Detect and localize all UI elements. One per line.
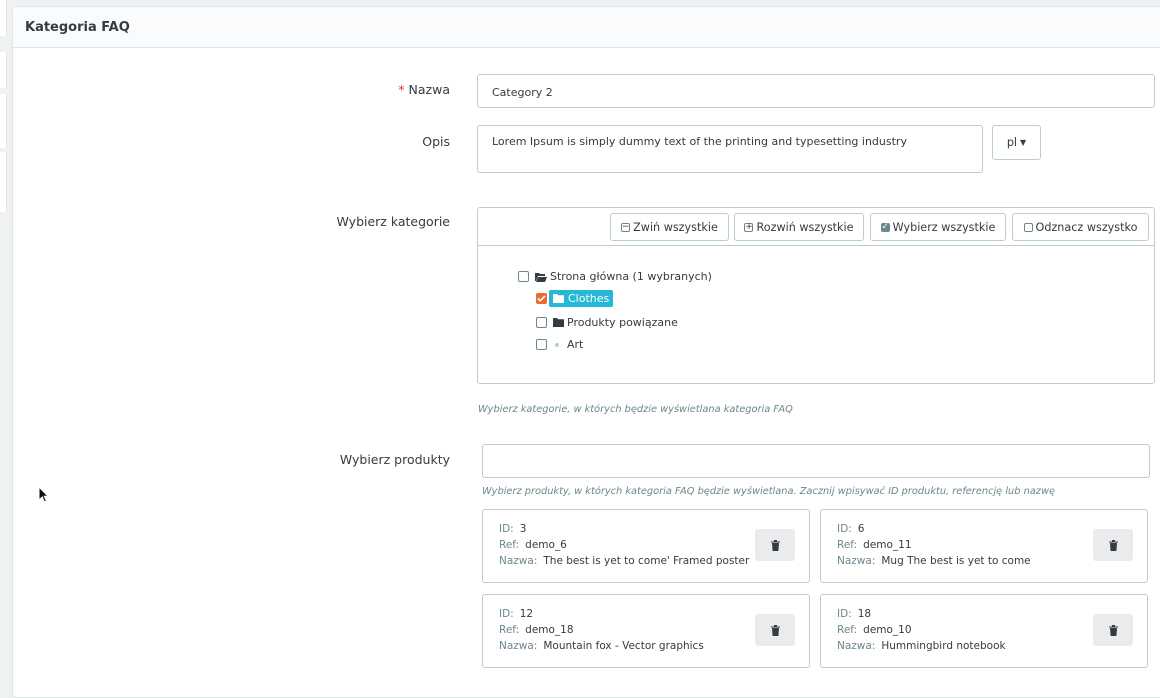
trash-icon bbox=[1108, 539, 1118, 551]
trash-icon bbox=[770, 624, 780, 636]
unselect-all-label: Odznacz wszystko bbox=[1035, 220, 1138, 234]
square-icon bbox=[1023, 222, 1033, 232]
tree-node-highlight: Clothes bbox=[549, 290, 614, 307]
unselect-all-button[interactable]: Odznacz wszystko bbox=[1012, 213, 1149, 241]
product-card: ID: 6 Ref: demo_11 Nazwa: Mug The best is y… bbox=[820, 509, 1148, 583]
name-key: Nazwa: bbox=[837, 555, 876, 567]
product-card: ID: 3 Ref: demo_6 Nazwa: The best is yet to… bbox=[482, 509, 810, 583]
product-name: Mountain fox - Vector graphics bbox=[543, 640, 704, 652]
id-key: ID: bbox=[499, 608, 514, 620]
product-name: Hummingbird notebook bbox=[881, 640, 1006, 652]
bullet-icon bbox=[555, 342, 559, 347]
description-input[interactable]: Lorem Ipsum is simply dummy text of the … bbox=[477, 125, 983, 173]
id-key: ID: bbox=[837, 608, 852, 620]
categories-label: Wybierz kategorie bbox=[336, 214, 450, 229]
trash-icon bbox=[770, 539, 780, 551]
ref-key: Ref: bbox=[499, 539, 520, 551]
name-label: * Nazwa bbox=[0, 82, 450, 97]
expand-all-button[interactable]: + Rozwiń wszystkie bbox=[734, 213, 864, 241]
sidebar-edge-tab bbox=[0, 152, 7, 212]
tree-toolbar-divider bbox=[478, 245, 1154, 246]
tree-node-label: Strona główna (1 wybranych) bbox=[550, 270, 712, 283]
name-input-value: Category 2 bbox=[492, 86, 553, 99]
tree-node-checkbox-checked[interactable] bbox=[536, 293, 547, 304]
name-key: Nazwa: bbox=[499, 640, 538, 652]
language-code: pl bbox=[1006, 136, 1018, 149]
tree-node-checkbox[interactable] bbox=[518, 271, 529, 282]
plus-square-icon: + bbox=[744, 221, 754, 232]
select-all-button[interactable]: ✓ Wybierz wszystkie bbox=[870, 213, 1006, 241]
product-ref: demo_6 bbox=[525, 539, 567, 551]
tree-node-art[interactable]: Art bbox=[536, 338, 583, 351]
tree-node-home[interactable]: Strona główna (1 wybranych) bbox=[518, 270, 712, 283]
panel-title: Kategoria FAQ bbox=[25, 20, 130, 35]
caret-down-icon: ▼ bbox=[1020, 138, 1027, 147]
ref-key: Ref: bbox=[837, 624, 858, 636]
product-ref: demo_10 bbox=[863, 624, 912, 636]
name-key: Nazwa: bbox=[837, 640, 876, 652]
delete-product-button[interactable] bbox=[755, 529, 795, 561]
minus-square-icon: − bbox=[621, 221, 631, 232]
sidebar-edge-tab bbox=[0, 0, 7, 36]
product-ref: demo_11 bbox=[863, 539, 912, 551]
product-card: ID: 12 Ref: demo_18 Nazwa: Mountain fox - V… bbox=[482, 594, 810, 668]
tree-node-label: Produkty powiązane bbox=[567, 316, 678, 329]
tree-node-checkbox[interactable] bbox=[536, 317, 547, 328]
delete-product-button[interactable] bbox=[1093, 529, 1133, 561]
product-card: ID: 18 Ref: demo_10 Nazwa: Hummingbird note… bbox=[820, 594, 1148, 668]
checkmark-icon bbox=[537, 295, 546, 302]
folder-open-icon bbox=[535, 272, 547, 282]
description-input-value: Lorem Ipsum is simply dummy text of the … bbox=[492, 135, 907, 148]
required-mark: * bbox=[398, 82, 405, 97]
ref-key: Ref: bbox=[837, 539, 858, 551]
categories-help-text: Wybierz kategorie, w których będzie wyśw… bbox=[478, 404, 793, 415]
tree-node-label: Art bbox=[567, 338, 584, 351]
description-label: Opis bbox=[422, 134, 450, 149]
check-square-icon: ✓ bbox=[880, 221, 890, 232]
delete-product-button[interactable] bbox=[755, 614, 795, 646]
folder-icon bbox=[553, 294, 564, 303]
select-all-label: Wybierz wszystkie bbox=[892, 220, 996, 234]
id-key: ID: bbox=[837, 523, 852, 535]
product-name: The best is yet to come' Framed poster bbox=[543, 555, 750, 567]
delete-product-button[interactable] bbox=[1093, 614, 1133, 646]
id-key: ID: bbox=[499, 523, 514, 535]
panel-header: Kategoria FAQ bbox=[13, 7, 1160, 48]
tree-node-checkbox[interactable] bbox=[536, 339, 547, 350]
folder-icon bbox=[553, 318, 564, 327]
tree-node-clothes[interactable]: Clothes bbox=[536, 290, 614, 307]
language-dropdown-button[interactable]: pl ▼ bbox=[992, 125, 1041, 160]
product-name: Mug The best is yet to come bbox=[881, 555, 1031, 567]
name-label-text: Nazwa bbox=[408, 82, 450, 97]
name-key: Nazwa: bbox=[499, 555, 538, 567]
product-id: 3 bbox=[519, 523, 527, 535]
trash-icon bbox=[1108, 624, 1118, 636]
product-id: 6 bbox=[857, 523, 865, 535]
mouse-cursor-icon bbox=[38, 486, 50, 503]
product-id: 18 bbox=[857, 608, 872, 620]
tree-node-label: Clothes bbox=[568, 292, 610, 305]
products-help-text: Wybierz produkty, w których kategoria FA… bbox=[482, 486, 1055, 497]
products-label: Wybierz produkty bbox=[339, 452, 450, 467]
product-id: 12 bbox=[519, 608, 534, 620]
name-input[interactable]: Category 2 bbox=[477, 74, 1155, 108]
collapse-all-button[interactable]: − Zwiń wszystkie bbox=[610, 213, 729, 241]
expand-all-label: Rozwiń wszystkie bbox=[756, 220, 854, 234]
product-search-input[interactable] bbox=[482, 444, 1150, 478]
product-ref: demo_18 bbox=[525, 624, 574, 636]
collapse-all-label: Zwiń wszystkie bbox=[633, 220, 718, 234]
tree-node-related[interactable]: Produkty powiązane bbox=[536, 316, 678, 329]
ref-key: Ref: bbox=[499, 624, 520, 636]
sidebar-edge bbox=[0, 0, 8, 681]
